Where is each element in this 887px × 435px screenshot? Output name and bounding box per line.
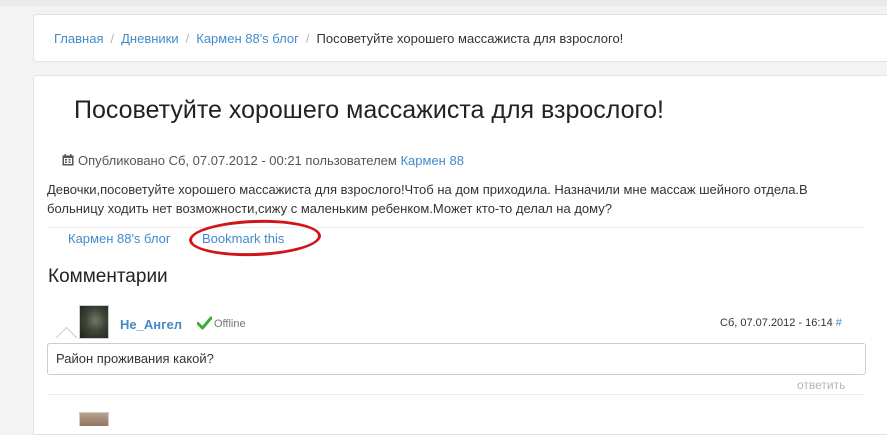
post-meta: Опубликовано Сб, 07.07.2012 - 00:21 поль… — [62, 153, 464, 168]
avatar[interactable] — [79, 412, 109, 426]
comment-permalink[interactable]: # — [836, 317, 842, 329]
status-badge: Offline — [214, 318, 246, 330]
highlight-ring — [188, 217, 322, 259]
breadcrumb: Главная / Дневники / Кармен 88's блог / Посове… — [54, 31, 623, 46]
post-body: Девочки,посоветуйте хорошего массажиста … — [47, 182, 808, 216]
content-panel: Посоветуйте хорошего массажиста для взро… — [33, 75, 887, 435]
page-title: Посоветуйте хорошего массажиста для взро… — [74, 96, 664, 124]
comment-author-link[interactable]: Не_Ангел — [120, 317, 182, 332]
avatar[interactable] — [79, 305, 109, 339]
breadcrumb-current: Посоветуйте хорошего массажиста для взро… — [316, 31, 624, 46]
breadcrumb-blog[interactable]: Кармен 88's блог — [196, 31, 299, 46]
calendar-icon — [62, 154, 74, 166]
comments-heading: Комментарии — [48, 266, 168, 287]
comment-date: Сб, 07.07.2012 - 16:14 # — [720, 317, 842, 329]
breadcrumb-panel: Главная / Дневники / Кармен 88's блог / Посове… — [33, 14, 887, 62]
breadcrumb-separator: / — [305, 31, 310, 46]
comment-text: Район проживания какой? — [47, 343, 866, 375]
post-meta-text: Опубликовано Сб, 07.07.2012 - 00:21 поль… — [78, 153, 397, 168]
post-author-link[interactable]: Кармен 88 — [400, 153, 463, 168]
reply-link[interactable]: ответить — [797, 378, 845, 392]
breadcrumb-separator: / — [110, 31, 115, 46]
comment-divider — [47, 394, 865, 395]
post-links: Кармен 88's блог Bookmark this — [47, 227, 865, 250]
check-icon — [197, 316, 212, 330]
breadcrumb-home[interactable]: Главная — [54, 31, 103, 46]
comment-date-text: Сб, 07.07.2012 - 16:14 — [720, 317, 833, 329]
top-strip — [0, 0, 887, 6]
breadcrumb-diaries[interactable]: Дневники — [121, 31, 179, 46]
blog-link[interactable]: Кармен 88's блог — [68, 231, 171, 246]
breadcrumb-separator: / — [185, 31, 190, 46]
